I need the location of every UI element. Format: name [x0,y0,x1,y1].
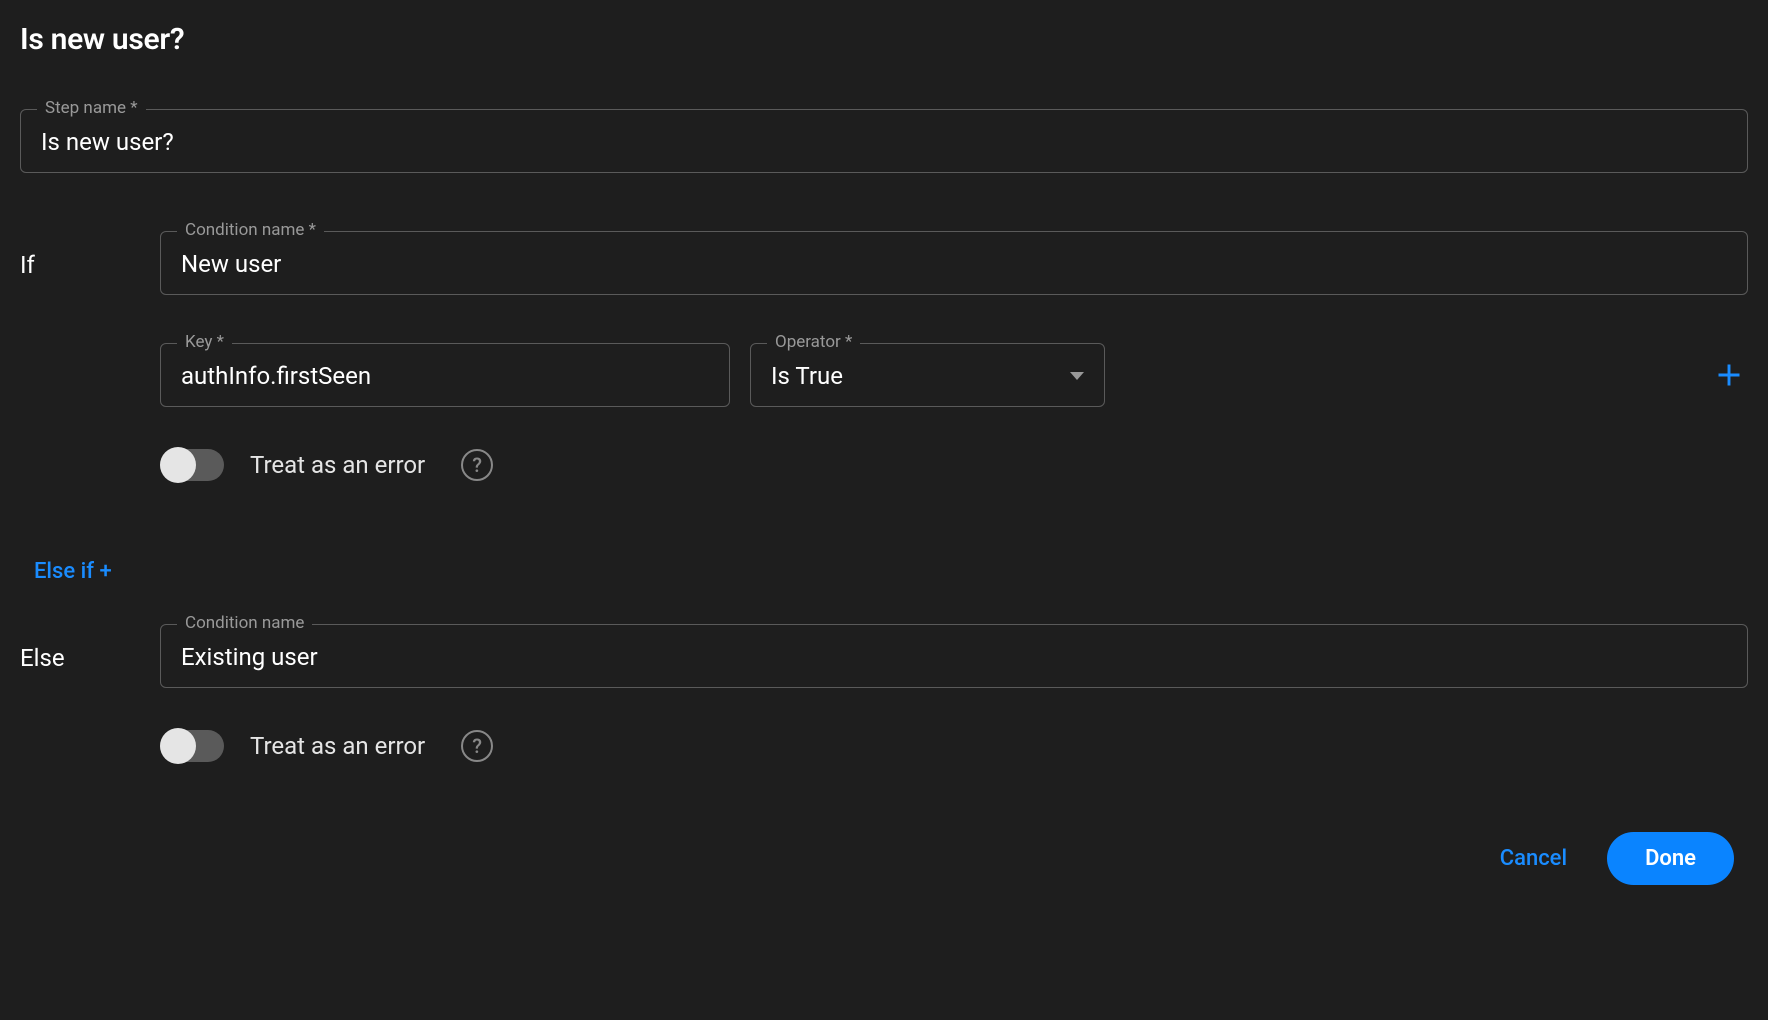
else-condition-name-label: Condition name [177,613,312,633]
else-treat-error-label: Treat as an error [250,732,425,760]
key-operator-row: Key * Operator * Is True [160,343,1748,407]
if-label: If [20,231,140,279]
chevron-down-icon [1070,372,1084,380]
page-title: Is new user? [20,22,1748,57]
step-name-input[interactable] [41,128,1727,156]
toggle-knob [160,728,196,764]
cancel-button[interactable]: Cancel [1500,846,1567,871]
if-condition-name-input[interactable] [181,250,1727,278]
if-row: If Condition name * [20,231,1748,295]
key-input[interactable] [181,362,709,390]
operator-value: Is True [771,362,843,390]
help-icon[interactable]: ? [461,449,493,481]
plus-icon [1715,361,1743,389]
else-label: Else [20,624,140,672]
if-treat-error-label: Treat as an error [250,451,425,479]
else-row: Else Condition name [20,624,1748,688]
help-icon[interactable]: ? [461,730,493,762]
step-name-label: Step name * [37,98,146,118]
else-if-link[interactable]: Else if + [34,559,112,584]
if-treat-error-toggle[interactable] [160,449,224,481]
else-condition-name-fieldset: Condition name [160,624,1748,688]
footer-buttons: Cancel Done [20,832,1748,885]
step-name-fieldset: Step name * [20,109,1748,173]
key-label: Key * [177,332,232,352]
if-condition-name-label: Condition name * [177,220,324,240]
else-treat-error-row: Treat as an error ? [160,730,1748,762]
add-condition-button[interactable] [1710,356,1748,394]
operator-label: Operator * [767,332,860,352]
else-condition-name-input[interactable] [181,643,1727,671]
else-treat-error-toggle[interactable] [160,730,224,762]
if-treat-error-row: Treat as an error ? [160,449,1748,481]
operator-fieldset[interactable]: Operator * Is True [750,343,1105,407]
if-condition-name-fieldset: Condition name * [160,231,1748,295]
toggle-knob [160,447,196,483]
key-fieldset: Key * [160,343,730,407]
done-button[interactable]: Done [1607,832,1734,885]
